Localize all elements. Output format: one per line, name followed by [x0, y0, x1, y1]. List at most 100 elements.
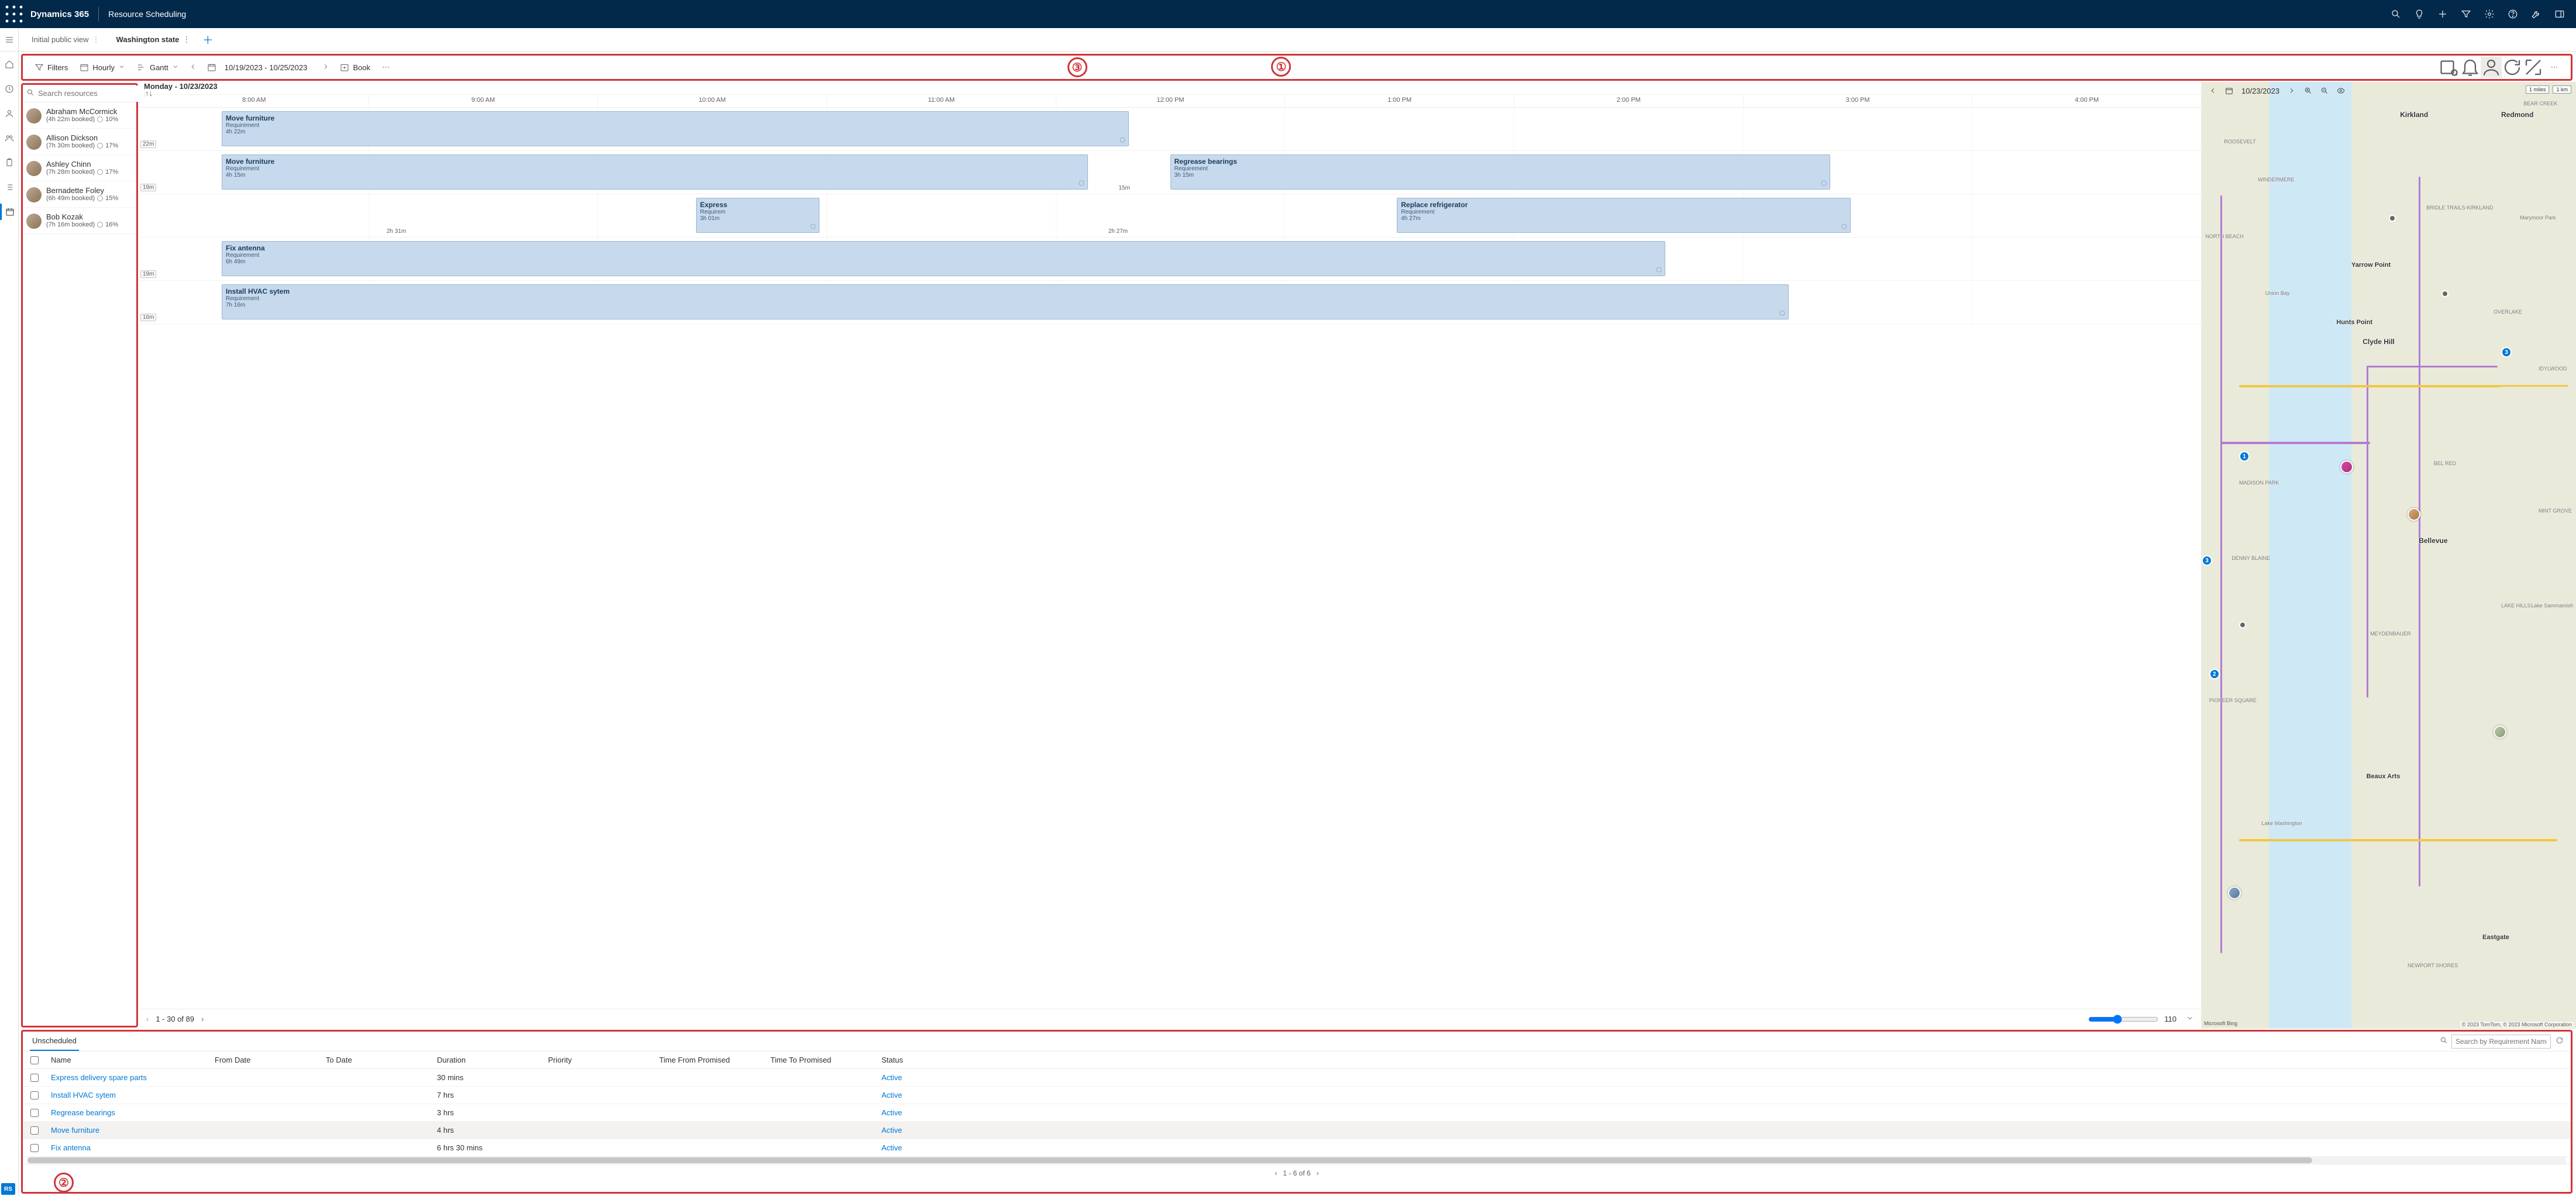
rail-people-icon[interactable] — [0, 130, 19, 146]
schedule-row[interactable]: 19mFix antennaRequirement6h 49m — [139, 238, 2201, 281]
sort-button[interactable]: ↑↓ — [144, 89, 153, 98]
requirement-link[interactable]: Install HVAC sytem — [51, 1091, 116, 1099]
prev-range-button[interactable] — [185, 63, 201, 73]
settings-gear-icon[interactable] — [2478, 0, 2501, 28]
time-granularity-select[interactable]: Hourly — [74, 58, 131, 77]
resource-list-item[interactable]: Ashley Chinn(7h 28m booked) 17% — [23, 155, 136, 181]
row-checkbox[interactable] — [30, 1109, 39, 1117]
status-link[interactable]: Active — [881, 1143, 902, 1152]
find-availability-icon[interactable] — [2439, 57, 2460, 78]
lightbulb-icon[interactable] — [2408, 0, 2431, 28]
booking-card[interactable]: Install HVAC sytemRequirement7h 16m — [222, 284, 1789, 319]
map-resource-pin[interactable] — [2340, 460, 2353, 473]
row-checkbox[interactable] — [30, 1091, 39, 1099]
search-icon[interactable] — [2384, 0, 2408, 28]
rail-home-icon[interactable] — [0, 56, 19, 73]
status-link[interactable]: Active — [881, 1091, 902, 1099]
panel-icon[interactable] — [2548, 0, 2571, 28]
view-menu-icon[interactable]: ⋮ — [92, 35, 100, 44]
rail-schedule-icon[interactable] — [0, 204, 19, 220]
requirement-row[interactable]: Move furniture4 hrsActive — [23, 1122, 2571, 1139]
requirement-link[interactable]: Fix antenna — [51, 1143, 91, 1152]
expand-icon[interactable] — [2523, 57, 2544, 78]
add-view-button[interactable]: ＋ — [198, 32, 217, 47]
rail-recent-icon[interactable] — [0, 81, 19, 97]
map-calendar-icon[interactable] — [2223, 84, 2236, 97]
requirement-link[interactable]: Express delivery spare parts — [51, 1073, 147, 1082]
map-prev-day[interactable] — [2206, 84, 2219, 97]
status-link[interactable]: Active — [881, 1073, 902, 1082]
add-icon[interactable] — [2431, 0, 2454, 28]
schedule-row[interactable]: 19m15mMove furnitureRequirement4h 15mReg… — [139, 151, 2201, 194]
people-mode-icon[interactable] — [2481, 57, 2502, 78]
map-zoom-out-icon[interactable] — [2318, 84, 2331, 97]
map-resource-pin[interactable] — [2228, 886, 2241, 899]
map-next-day[interactable] — [2285, 84, 2298, 97]
requirement-link[interactable]: Move furniture — [51, 1126, 99, 1135]
booking-card[interactable]: ExpressRequirem3h 01m — [696, 198, 820, 233]
collapse-board-button[interactable] — [2186, 1014, 2194, 1024]
map-pin-3b[interactable]: 3 — [2501, 347, 2512, 358]
rail-person1-icon[interactable] — [0, 105, 19, 122]
zoom-slider[interactable]: 110 — [2088, 1015, 2176, 1024]
next-range-button[interactable] — [318, 63, 334, 73]
view-mode-select[interactable]: Gantt — [131, 58, 185, 77]
toolbar-more-button[interactable]: ⋯ — [376, 63, 395, 72]
horizontal-scrollbar[interactable] — [27, 1157, 2566, 1164]
refresh-icon[interactable] — [2502, 57, 2523, 78]
next-page-button[interactable]: › — [1317, 1169, 1319, 1177]
help-icon[interactable] — [2501, 0, 2525, 28]
map-resource-pin[interactable] — [2408, 508, 2420, 521]
map-waypoint[interactable] — [2389, 215, 2396, 222]
filter-funnel-icon[interactable] — [2454, 0, 2478, 28]
schedule-row[interactable]: 22mMove furnitureRequirement4h 22m — [139, 108, 2201, 151]
booking-card[interactable]: Replace refrigeratorRequirement4h 27m — [1397, 198, 1851, 233]
booking-card[interactable]: Fix antennaRequirement6h 49m — [222, 241, 1665, 276]
app-launcher[interactable] — [5, 5, 23, 23]
row-checkbox[interactable] — [30, 1144, 39, 1152]
row-checkbox[interactable] — [30, 1074, 39, 1082]
requirement-row[interactable]: Fix antenna6 hrs 30 minsActive — [23, 1139, 2571, 1157]
schedule-row[interactable]: 2h 31m2h 27mExpressRequirem3h 01mReplace… — [139, 194, 2201, 238]
alerts-bell-icon[interactable] — [2460, 57, 2481, 78]
prev-page-button[interactable]: ‹ — [1275, 1169, 1277, 1177]
resource-list-item[interactable]: Bob Kozak(7h 16m booked) 16% — [23, 208, 136, 234]
map-pin-1[interactable]: 1 — [2239, 451, 2250, 462]
requirement-link[interactable]: Regrease bearings — [51, 1108, 115, 1117]
requirement-search-input[interactable] — [2451, 1035, 2551, 1049]
status-link[interactable]: Active — [881, 1126, 902, 1135]
view-tab-initial[interactable]: Initial public view⋮ — [23, 35, 108, 44]
resource-search-input[interactable] — [23, 85, 144, 102]
row-checkbox[interactable] — [30, 1126, 39, 1135]
requirements-tab[interactable]: Unscheduled — [30, 1032, 79, 1051]
map-zoom-in-icon[interactable] — [2302, 84, 2315, 97]
book-button[interactable]: Book — [334, 58, 376, 77]
booking-card[interactable]: Regrease bearingsRequirement3h 15m — [1170, 154, 1830, 190]
requirement-row[interactable]: Express delivery spare parts30 minsActiv… — [23, 1069, 2571, 1087]
resource-list-item[interactable]: Allison Dickson(7h 30m booked) 17% — [23, 129, 136, 155]
rail-list-icon[interactable] — [0, 179, 19, 195]
select-all-checkbox[interactable] — [30, 1056, 39, 1064]
filters-button[interactable]: Filters — [29, 58, 74, 77]
date-range-picker[interactable]: 10/19/2023 - 10/25/2023 — [201, 58, 318, 77]
sidebar-collapse[interactable] — [0, 28, 19, 51]
product-brand[interactable]: Dynamics 365 — [23, 9, 96, 19]
booking-card[interactable]: Move furnitureRequirement4h 22m — [222, 111, 1129, 146]
map-pin-2[interactable]: 2 — [2209, 669, 2220, 679]
refresh-icon[interactable] — [2556, 1036, 2564, 1046]
app-name[interactable]: Resource Scheduling — [101, 9, 193, 19]
map[interactable]: 10/23/2023 — [2202, 82, 2576, 1029]
status-link[interactable]: Active — [881, 1108, 902, 1117]
toolbar-overflow-icon[interactable]: ⋯ — [2544, 63, 2565, 72]
map-waypoint[interactable] — [2441, 290, 2448, 297]
map-visibility-icon[interactable] — [2334, 84, 2347, 97]
requirement-row[interactable]: Install HVAC sytem7 hrsActive — [23, 1087, 2571, 1104]
next-page-button[interactable]: › — [201, 1015, 204, 1023]
booking-card[interactable]: Move furnitureRequirement4h 15m — [222, 154, 1088, 190]
resource-list-item[interactable]: Abraham McCormick(4h 22m booked) 10% — [23, 102, 136, 129]
resource-list-item[interactable]: Bernadette Foley(6h 49m booked) 15% — [23, 181, 136, 208]
map-pin-3[interactable]: 3 — [2202, 555, 2212, 566]
wrench-icon[interactable] — [2525, 0, 2548, 28]
view-tab-active[interactable]: Washington state⋮ — [108, 35, 199, 44]
resource-list[interactable]: Abraham McCormick(4h 22m booked) 10%Alli… — [23, 102, 136, 1026]
